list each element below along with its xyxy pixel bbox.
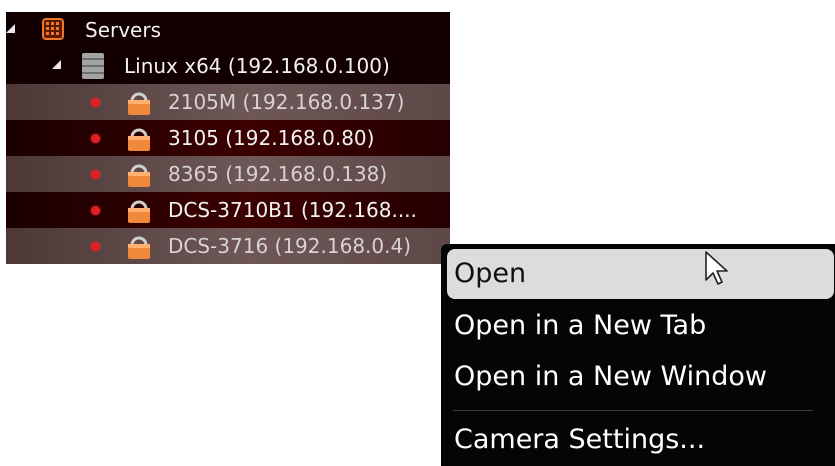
camera-icon [125,86,153,118]
tree-node-camera[interactable]: 3105 (192.168.0.80) [6,120,450,156]
tree-node-camera[interactable]: DCS-3710B1 (192.168.... [6,192,450,228]
camera-icon [125,122,153,154]
status-dot-icon [91,170,100,179]
camera-icon [125,194,153,226]
tree-node-label: DCS-3716 (192.168.0.4) [168,234,412,258]
expand-arrow-icon[interactable] [52,60,61,69]
status-dot-icon [91,206,100,215]
mouse-pointer-icon [705,251,728,285]
tree-node-label: 2105M (192.168.0.137) [168,90,405,114]
camera-icon [125,158,153,190]
tree-node-camera[interactable]: 8365 (192.168.0.138) [6,156,450,192]
tree-node-servers[interactable]: Servers [6,12,450,48]
tree-node-label: 3105 (192.168.0.80) [168,126,375,150]
tree-node-label: 8365 (192.168.0.138) [168,162,388,186]
server-group-icon [42,18,64,40]
server-rack-icon [82,53,104,79]
status-dot-icon [91,242,100,251]
menu-separator [453,410,813,411]
status-dot-icon [91,98,100,107]
tree-node-linux-host[interactable]: Linux x64 (192.168.0.100) [6,48,450,84]
menu-item-camera-settings[interactable]: Camera Settings... [447,415,831,465]
tree-node-label: Servers [85,18,162,42]
tree-node-camera[interactable]: 2105M (192.168.0.137) [6,84,450,120]
expand-arrow-icon[interactable] [6,24,15,33]
tree-node-label: Linux x64 (192.168.0.100) [124,54,390,78]
status-dot-icon [91,134,100,143]
menu-item-open-new-tab[interactable]: Open in a New Tab [447,301,831,351]
context-menu: Open Open in a New Tab Open in a New Win… [441,244,835,466]
device-tree: Servers Linux x64 (192.168.0.100) 2105M … [6,12,450,264]
tree-node-label: DCS-3710B1 (192.168.... [168,198,417,222]
menu-item-open[interactable]: Open [447,249,834,299]
tree-node-camera[interactable]: DCS-3716 (192.168.0.4) [6,228,450,264]
menu-item-open-new-window[interactable]: Open in a New Window [447,352,831,402]
camera-icon [125,230,153,262]
